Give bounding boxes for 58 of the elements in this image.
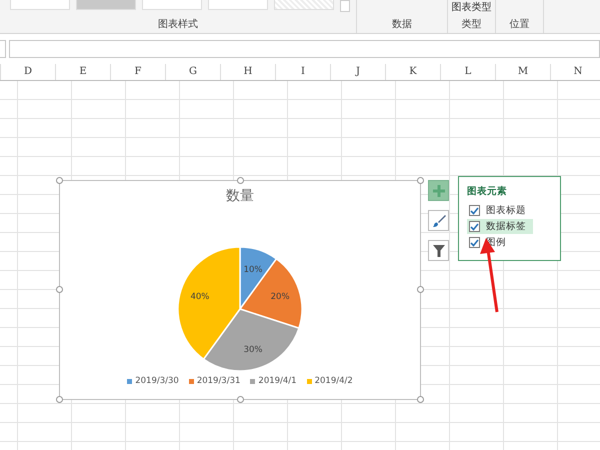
resize-handle[interactable] — [237, 396, 244, 403]
group-label: 类型 — [460, 18, 482, 32]
resize-handle[interactable] — [56, 396, 63, 403]
data-label: 20% — [270, 292, 290, 302]
chart-style-thumbnail[interactable] — [208, 0, 268, 10]
column-header[interactable]: G — [166, 64, 221, 80]
column-header[interactable]: N — [551, 64, 600, 80]
chart-style-thumbnail[interactable] — [274, 0, 334, 10]
chart-element-option[interactable]: 数据标签 — [467, 219, 533, 234]
plus-icon — [432, 184, 444, 196]
resize-handle[interactable] — [237, 177, 244, 184]
column-header[interactable]: M — [496, 64, 551, 80]
legend-swatch-icon — [306, 378, 312, 384]
chart-styles-button[interactable] — [428, 210, 449, 231]
data-label: 30% — [244, 345, 262, 356]
data-label: 40% — [190, 292, 210, 302]
column-header[interactable]: D — [1, 64, 56, 80]
group-label: 位置 — [508, 18, 530, 32]
more-styles-button[interactable] — [340, 0, 350, 12]
resize-handle[interactable] — [56, 177, 63, 184]
group-label: 图表样式 — [157, 18, 199, 32]
formula-bar[interactable] — [9, 40, 600, 58]
column-header[interactable]: J — [331, 64, 386, 80]
chart-area[interactable]: 数量 10% 20% 30% 40% 2019/3/30 2019/3/31 2019/4/1 2019/4/2 — [59, 180, 421, 400]
chart-style-thumbnail[interactable] — [76, 0, 136, 10]
column-header[interactable]: L — [441, 64, 496, 80]
legend-swatch-icon — [188, 378, 194, 384]
resize-handle[interactable] — [417, 396, 424, 403]
chart-filters-button[interactable] — [428, 240, 449, 261]
legend-label: 2019/4/2 — [314, 376, 353, 386]
brush-icon — [432, 214, 446, 228]
data-label: 10% — [244, 264, 262, 275]
chart-style-thumbnail[interactable] — [142, 0, 202, 10]
resize-handle[interactable] — [56, 286, 63, 293]
chart-title: 数量 — [226, 187, 254, 205]
add-chart-element-button[interactable] — [428, 180, 449, 201]
filter-icon — [432, 244, 444, 256]
column-header[interactable]: H — [221, 64, 276, 80]
name-box[interactable] — [0, 40, 6, 58]
checkbox[interactable] — [469, 237, 480, 248]
column-header[interactable]: E — [56, 64, 111, 80]
legend-swatch-icon — [250, 378, 256, 384]
column-header[interactable]: I — [276, 64, 331, 80]
checkbox[interactable] — [469, 205, 480, 216]
popup-title: 图表元素 — [467, 185, 508, 198]
checkbox[interactable] — [469, 221, 480, 232]
legend-label: 2019/4/1 — [258, 376, 297, 386]
chart-style-thumbnail[interactable] — [10, 0, 70, 10]
change-chart-type-button[interactable]: 图表类型 — [452, 0, 492, 14]
group-label: 数据 — [391, 18, 413, 32]
legend-label: 2019/3/30 — [135, 376, 179, 386]
legend-swatch-icon — [127, 378, 132, 384]
resize-handle[interactable] — [417, 177, 424, 184]
chart-element-option[interactable]: 图表标题 — [467, 203, 533, 218]
legend-label: 2019/3/31 — [196, 376, 240, 386]
resize-handle[interactable] — [417, 286, 424, 293]
column-header[interactable]: K — [386, 64, 441, 80]
column-header[interactable]: F — [111, 64, 166, 80]
